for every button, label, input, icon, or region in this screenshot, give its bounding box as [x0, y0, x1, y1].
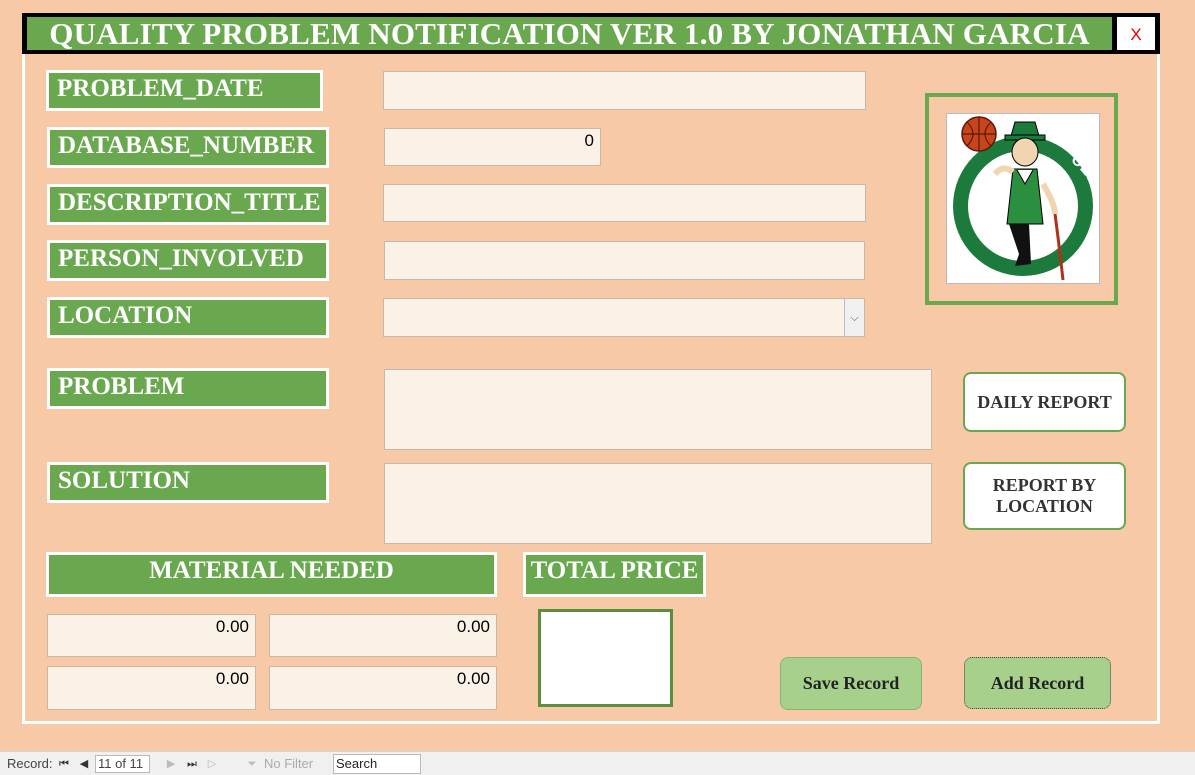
- problem-date-field[interactable]: [383, 71, 866, 110]
- label-person-involved: PERSON_INVOLVED: [47, 240, 329, 281]
- label-problem-date: PROBLEM_DATE: [46, 70, 323, 111]
- total-price-field[interactable]: [538, 609, 673, 707]
- person-involved-field[interactable]: [384, 241, 865, 280]
- report-by-location-button[interactable]: REPORT BY LOCATION: [963, 462, 1126, 530]
- report-by-location-line2: LOCATION: [996, 496, 1093, 516]
- filter-icon[interactable]: ⏷: [243, 756, 261, 772]
- close-button[interactable]: X: [1117, 17, 1155, 50]
- database-number-field[interactable]: 0: [384, 128, 601, 166]
- boston-celtics-logo: BOSTON CELTICS: [936, 113, 1109, 284]
- record-navigation-bar: Record: ⏮ ◀ 11 of 11 ▶ ⏭ ▷ ⏷ No Filter S…: [0, 751, 1195, 775]
- problem-field[interactable]: [384, 369, 932, 450]
- first-record-icon[interactable]: ⏮: [57, 756, 71, 772]
- save-record-button[interactable]: Save Record: [780, 657, 922, 710]
- no-filter-button[interactable]: No Filter: [264, 756, 313, 772]
- add-record-button[interactable]: Add Record: [964, 657, 1111, 709]
- material-field-2[interactable]: 0.00: [269, 614, 497, 657]
- last-record-icon[interactable]: ⏭: [185, 756, 199, 772]
- logo-graphic: BOSTON CELTICS: [936, 116, 1109, 281]
- search-input[interactable]: Search: [333, 754, 421, 774]
- form-title: QUALITY PROBLEM NOTIFICATION VER 1.0 BY …: [27, 17, 1112, 50]
- daily-report-button[interactable]: DAILY REPORT: [963, 372, 1126, 432]
- material-field-3[interactable]: 0.00: [47, 666, 256, 710]
- next-record-icon[interactable]: ▶: [164, 756, 178, 772]
- report-by-location-line1: REPORT BY: [992, 475, 1097, 495]
- label-location: LOCATION: [47, 297, 329, 338]
- description-title-field[interactable]: [383, 184, 866, 222]
- chevron-down-icon[interactable]: ⌵: [844, 299, 864, 336]
- location-combo[interactable]: ⌵: [383, 298, 865, 337]
- record-label: Record:: [7, 756, 53, 771]
- material-field-4[interactable]: 0.00: [269, 666, 497, 710]
- record-position-input[interactable]: 11 of 11: [95, 755, 150, 773]
- material-field-1[interactable]: 0.00: [47, 614, 256, 657]
- solution-field[interactable]: [384, 463, 932, 544]
- label-solution: SOLUTION: [47, 462, 329, 503]
- new-record-icon[interactable]: ▷: [205, 756, 219, 772]
- previous-record-icon[interactable]: ◀: [77, 756, 91, 772]
- label-material-needed: MATERIAL NEEDED: [46, 552, 497, 597]
- label-database-number: DATABASE_NUMBER: [47, 127, 329, 168]
- label-total-price: TOTAL PRICE: [523, 552, 706, 597]
- label-description-title: DESCRIPTION_TITLE: [47, 184, 329, 225]
- label-problem: PROBLEM: [47, 368, 329, 409]
